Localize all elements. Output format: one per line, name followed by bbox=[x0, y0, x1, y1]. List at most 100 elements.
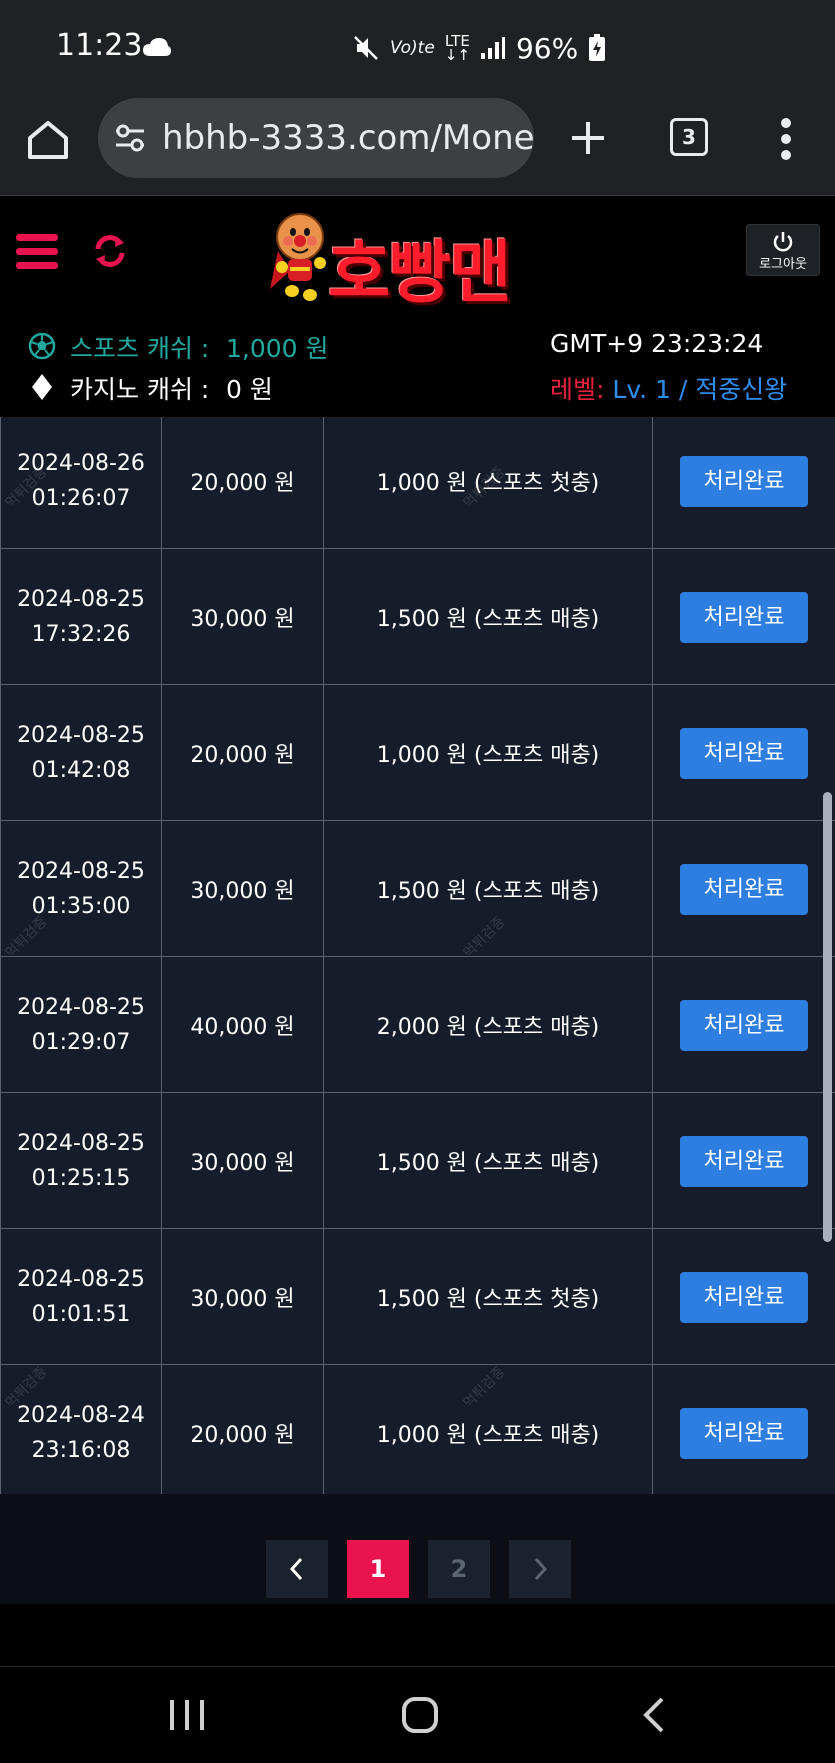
logout-button[interactable]: 로그아웃 bbox=[746, 224, 820, 276]
row-bonus: 1,500 원 (스포츠 매충) bbox=[376, 607, 600, 632]
recent-apps-icon[interactable] bbox=[168, 1697, 208, 1733]
row-time: 01:01:51 bbox=[31, 1302, 131, 1327]
status-complete-button[interactable]: 처리완료 bbox=[680, 999, 808, 1051]
row-date: 2024-08-25 bbox=[17, 1267, 145, 1292]
mascot-logo-icon bbox=[270, 213, 326, 301]
tab-switcher-button[interactable]: 3 bbox=[670, 118, 708, 156]
date-cell: 2024-08-25 01:29:07 bbox=[0, 957, 162, 1093]
chevron-left-icon bbox=[289, 1557, 303, 1581]
status-complete-button[interactable]: 처리완료 bbox=[680, 727, 808, 779]
row-amount: 30,000 원 bbox=[190, 879, 295, 904]
status-cell: 처리완료 bbox=[653, 957, 835, 1093]
volte-indicator: Vo)te bbox=[390, 38, 435, 58]
nav-home-icon[interactable] bbox=[400, 1695, 440, 1735]
row-bonus: 1,000 원 (스포츠 매충) bbox=[376, 743, 600, 768]
date-time-text: 2024-08-25 01:42:08 bbox=[17, 718, 145, 788]
casino-cash-value: 0 원 bbox=[226, 375, 273, 404]
date-cell: 2024-08-25 01:25:15 bbox=[0, 1093, 162, 1229]
row-amount: 20,000 원 bbox=[190, 471, 295, 496]
power-icon bbox=[773, 232, 793, 252]
row-bonus: 1,000 원 (스포츠 첫충) bbox=[376, 471, 600, 496]
home-icon[interactable] bbox=[26, 118, 70, 162]
status-cell: 처리완료 bbox=[653, 417, 835, 549]
row-date: 2024-08-25 bbox=[17, 587, 145, 612]
casino-cash-label: 카지노 캐쉬 : bbox=[70, 375, 210, 404]
status-complete-button[interactable]: 처리완료 bbox=[680, 591, 808, 643]
date-time-text: 2024-08-26 01:26:07 bbox=[17, 446, 145, 516]
table-row: 2024-08-25 01:01:51 30,000 원 1,500 원 (스포츠 첫… bbox=[0, 1229, 835, 1365]
amount-cell: 30,000 원 bbox=[162, 549, 324, 685]
row-amount: 20,000 원 bbox=[190, 1423, 295, 1448]
level-info: 레벨: Lv. 1 / 적중신왕 bbox=[550, 370, 787, 406]
status-complete-button[interactable]: 처리완료 bbox=[680, 863, 808, 915]
address-bar[interactable]: hbhb-3333.com/Money bbox=[98, 98, 534, 178]
page-bottom-spacer bbox=[0, 1604, 835, 1666]
bonus-cell: 1,000 원 (스포츠 첫충) bbox=[324, 417, 653, 549]
date-cell: 2024-08-25 01:01:51 bbox=[0, 1229, 162, 1365]
status-icons: Vo)te LTE ↓↑ 96% bbox=[352, 28, 606, 68]
history-table: 2024-08-26 01:26:07 20,000 원 1,000 원 (스포츠 첫… bbox=[0, 417, 835, 1494]
lte-indicator: LTE ↓↑ bbox=[444, 32, 470, 64]
hamburger-menu-icon[interactable] bbox=[16, 232, 58, 272]
url-text: hbhb-3333.com/Money bbox=[162, 118, 534, 158]
row-date: 2024-08-25 bbox=[17, 723, 145, 748]
site-logo[interactable]: 호빵맨 bbox=[268, 211, 574, 313]
amount-cell: 30,000 원 bbox=[162, 1093, 324, 1229]
refresh-icon[interactable] bbox=[92, 233, 128, 269]
table-row: 2024-08-25 01:29:07 40,000 원 2,000 원 (스포츠 매… bbox=[0, 957, 835, 1093]
bonus-cell: 1,500 원 (스포츠 매충) bbox=[324, 821, 653, 957]
next-page-button[interactable] bbox=[509, 1540, 571, 1598]
bonus-cell: 1,500 원 (스포츠 첫충) bbox=[324, 1229, 653, 1365]
status-cell: 처리완료 bbox=[653, 549, 835, 685]
row-time: 01:35:00 bbox=[31, 894, 131, 919]
browser-toolbar: hbhb-3333.com/Money 3 bbox=[0, 96, 835, 196]
battery-percent: 96% bbox=[515, 31, 579, 65]
amount-cell: 40,000 원 bbox=[162, 957, 324, 1093]
row-time: 01:26:07 bbox=[31, 486, 131, 511]
date-cell: 2024-08-26 01:26:07 bbox=[0, 417, 162, 549]
amount-cell: 20,000 원 bbox=[162, 417, 324, 549]
signal-icon bbox=[480, 37, 505, 59]
date-time-text: 2024-08-25 01:29:07 bbox=[17, 990, 145, 1060]
back-icon[interactable] bbox=[640, 1695, 668, 1735]
pagination: 1 2 bbox=[0, 1494, 835, 1604]
level-value: Lv. 1 / 적중신왕 bbox=[612, 375, 788, 404]
prev-page-button[interactable] bbox=[266, 1540, 328, 1598]
row-date: 2024-08-24 bbox=[17, 1403, 145, 1428]
amount-cell: 30,000 원 bbox=[162, 1229, 324, 1365]
plus-icon[interactable] bbox=[566, 116, 610, 160]
row-date: 2024-08-25 bbox=[17, 1131, 145, 1156]
row-amount: 40,000 원 bbox=[190, 1015, 295, 1040]
android-status-bar: 11:23 Vo)te LTE ↓↑ 96% bbox=[0, 0, 835, 96]
date-cell: 2024-08-25 01:42:08 bbox=[0, 685, 162, 821]
row-amount: 30,000 원 bbox=[190, 607, 295, 632]
cloud-icon bbox=[143, 38, 171, 56]
status-complete-button[interactable]: 처리완료 bbox=[680, 1135, 808, 1187]
server-clock: GMT+9 23:23:24 bbox=[550, 329, 764, 358]
row-time: 23:16:08 bbox=[31, 1438, 131, 1463]
more-vert-icon[interactable] bbox=[775, 116, 797, 162]
page-scrollbar[interactable] bbox=[823, 792, 832, 1242]
casino-cash-row: 카지노 캐쉬 : 0 원 레벨: Lv. 1 / 적중신왕 bbox=[0, 368, 835, 406]
sports-cash-row: 스포츠 캐쉬 : 1,000 원 GMT+9 23:23:24 bbox=[0, 327, 835, 365]
date-cell: 2024-08-24 23:16:08 bbox=[0, 1365, 162, 1494]
lte-label: LTE bbox=[444, 32, 470, 50]
bonus-cell: 1,000 원 (스포츠 매충) bbox=[324, 1365, 653, 1494]
page-button-2[interactable]: 2 bbox=[428, 1540, 490, 1598]
battery-charging-icon bbox=[589, 34, 606, 61]
page-button-1[interactable]: 1 bbox=[347, 1540, 409, 1598]
row-date: 2024-08-26 bbox=[17, 451, 145, 476]
bonus-cell: 1,500 원 (스포츠 매충) bbox=[324, 549, 653, 685]
status-complete-button[interactable]: 처리완료 bbox=[680, 455, 808, 507]
chevron-right-icon bbox=[534, 1557, 548, 1581]
table-row: 2024-08-25 01:35:00 30,000 원 1,500 원 (스포츠 매… bbox=[0, 821, 835, 957]
status-cell: 처리완료 bbox=[653, 1365, 835, 1494]
deposit-history: 2024-08-26 01:26:07 20,000 원 1,000 원 (스포츠 첫… bbox=[0, 417, 835, 1494]
status-complete-button[interactable]: 처리완료 bbox=[680, 1407, 808, 1459]
android-navigation-bar bbox=[0, 1666, 835, 1763]
date-time-text: 2024-08-25 01:35:00 bbox=[17, 854, 145, 924]
date-cell: 2024-08-25 17:32:26 bbox=[0, 549, 162, 685]
status-complete-button[interactable]: 처리완료 bbox=[680, 1271, 808, 1323]
row-bonus: 1,500 원 (스포츠 매충) bbox=[376, 879, 600, 904]
site-settings-icon[interactable] bbox=[114, 123, 146, 153]
